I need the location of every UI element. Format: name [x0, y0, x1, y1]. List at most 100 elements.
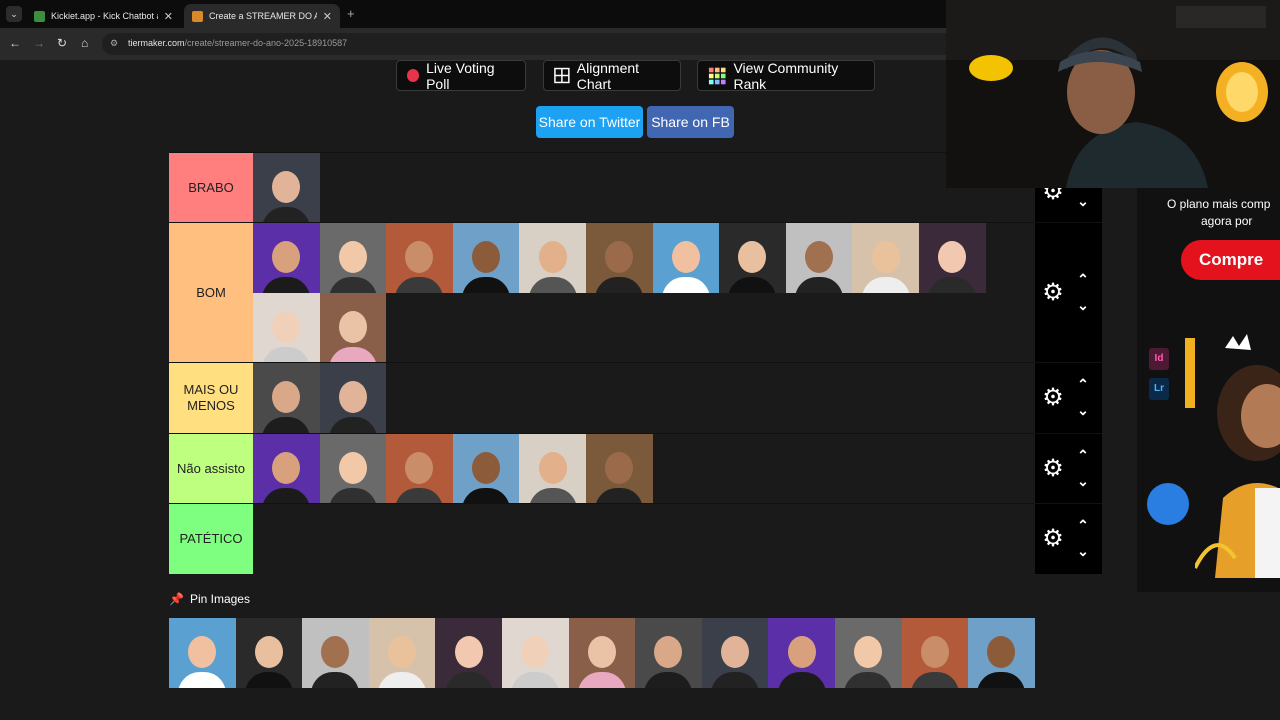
- streamer-face: [272, 452, 301, 484]
- share-twitter-button[interactable]: Share on Twitter: [536, 106, 643, 138]
- indesign-app-icon: Id: [1149, 348, 1169, 370]
- gear-icon[interactable]: ⚙: [1041, 386, 1065, 410]
- gear-icon[interactable]: ⚙: [1041, 281, 1065, 305]
- tiermaker-favicon-icon: [192, 10, 203, 22]
- streamer-image[interactable]: [652, 223, 720, 293]
- streamer-image[interactable]: [568, 618, 636, 688]
- view-community-rank-button[interactable]: View Community Rank: [697, 60, 875, 92]
- streamer-image[interactable]: [701, 618, 769, 688]
- streamer-body: [462, 277, 511, 293]
- tab-search-menu-icon[interactable]: ⌄: [6, 6, 22, 22]
- streamer-image[interactable]: [253, 363, 320, 433]
- streamer-image[interactable]: [319, 223, 387, 293]
- streamer-image[interactable]: [785, 223, 853, 293]
- gear-icon[interactable]: ⚙: [1041, 527, 1065, 551]
- streamer-image[interactable]: [169, 618, 236, 688]
- streamer-image[interactable]: [852, 223, 919, 293]
- streamer-image[interactable]: [968, 618, 1035, 688]
- grid-icon: [554, 67, 570, 84]
- tier-label[interactable]: Não assisto: [169, 434, 253, 503]
- streamer-image[interactable]: [519, 434, 586, 504]
- chevron-down-icon[interactable]: ⌄: [1075, 474, 1091, 488]
- streamer-image[interactable]: [635, 618, 702, 688]
- streamer-face: [987, 636, 1016, 668]
- streamer-image[interactable]: [386, 434, 453, 504]
- streamer-body: [861, 277, 910, 293]
- streamer-face: [338, 311, 367, 343]
- streamer-body: [661, 277, 710, 293]
- tier-label[interactable]: MAIS OU MENOS: [169, 363, 253, 433]
- streamer-body: [711, 672, 760, 688]
- streamer-image[interactable]: [386, 223, 453, 293]
- gear-icon[interactable]: ⚙: [1041, 457, 1065, 481]
- tab-title: Kickiet.app - Kick Chatbot and (: [51, 11, 158, 21]
- advertisement[interactable]: O plano mais comp agora por Compre Id Lr: [1137, 188, 1280, 592]
- ad-buy-button[interactable]: Compre: [1181, 240, 1280, 280]
- streamer-body: [178, 672, 227, 688]
- tier-items: [253, 223, 1035, 363]
- streamer-body: [328, 277, 377, 293]
- browser-tab-kicklet[interactable]: Kickiet.app - Kick Chatbot and ( ✕: [26, 4, 181, 28]
- reload-icon[interactable]: ↻: [57, 36, 67, 50]
- pin-images-toggle[interactable]: 📌 Pin Images: [169, 592, 250, 606]
- streamer-image[interactable]: [253, 293, 320, 363]
- back-icon[interactable]: ←: [9, 36, 21, 50]
- browser-tab-tiermaker[interactable]: Create a STREAMER DO ANO (2 ✕: [184, 4, 340, 28]
- close-tab-icon[interactable]: ✕: [164, 10, 173, 23]
- tier-colors-icon: [708, 67, 726, 84]
- chevron-down-icon[interactable]: ⌄: [1075, 544, 1091, 558]
- tier-row-patetico: PATÉTICO ⚙ ⌃ ⌄: [169, 503, 1102, 574]
- tier-label[interactable]: BRABO: [169, 153, 253, 222]
- streamer-image[interactable]: [834, 618, 902, 688]
- streamer-image[interactable]: [368, 618, 436, 688]
- chevron-up-icon[interactable]: ⌃: [1075, 377, 1091, 391]
- chevron-down-icon[interactable]: ⌄: [1075, 194, 1091, 208]
- streamer-image[interactable]: [302, 618, 369, 688]
- chevron-up-icon[interactable]: ⌃: [1075, 448, 1091, 462]
- streamer-image[interactable]: [768, 618, 835, 688]
- streamer-body: [328, 488, 377, 504]
- streamer-face: [472, 452, 501, 484]
- streamer-image[interactable]: [253, 153, 320, 223]
- streamer-image[interactable]: [319, 363, 387, 433]
- streamer-image[interactable]: [519, 223, 586, 293]
- streamer-face: [272, 241, 301, 273]
- streamer-image[interactable]: [253, 223, 320, 293]
- streamer-body: [395, 488, 444, 504]
- tier-row-mais-ou-menos: MAIS OU MENOS ⚙ ⌃ ⌄: [169, 362, 1102, 433]
- streamer-image[interactable]: [319, 434, 387, 504]
- streamer-face: [871, 241, 900, 273]
- close-tab-icon[interactable]: ✕: [323, 10, 332, 23]
- streamer-image[interactable]: [319, 293, 387, 363]
- streamer-image[interactable]: [918, 223, 986, 293]
- live-voting-poll-button[interactable]: Live Voting Poll: [396, 60, 526, 92]
- streamer-image[interactable]: [435, 618, 502, 688]
- streamer-image[interactable]: [585, 223, 653, 293]
- site-info-icon[interactable]: ⚙: [110, 38, 120, 48]
- forward-icon[interactable]: →: [33, 36, 45, 50]
- streamer-image[interactable]: [452, 434, 520, 504]
- streamer-image[interactable]: [452, 223, 520, 293]
- chevron-down-icon[interactable]: ⌄: [1075, 403, 1091, 417]
- chevron-down-icon[interactable]: ⌄: [1075, 298, 1091, 312]
- url-text: tiermaker.com/create/streamer-do-ano-202…: [128, 38, 348, 48]
- chevron-up-icon[interactable]: ⌃: [1075, 518, 1091, 532]
- streamer-image[interactable]: [719, 223, 786, 293]
- streamer-face: [671, 241, 700, 273]
- streamer-image[interactable]: [253, 434, 320, 504]
- home-icon[interactable]: ⌂: [81, 36, 88, 50]
- tier-row-bom: BOM ⚙ ⌃ ⌄: [169, 222, 1102, 363]
- streamer-image[interactable]: [585, 434, 653, 504]
- tier-label[interactable]: PATÉTICO: [169, 504, 253, 574]
- streamer-image[interactable]: [501, 618, 569, 688]
- streamer-body: [378, 672, 427, 688]
- streamer-image[interactable]: [235, 618, 303, 688]
- streamer-face: [587, 636, 616, 668]
- streamer-face: [254, 636, 283, 668]
- share-fb-button[interactable]: Share on FB: [647, 106, 734, 138]
- new-tab-icon[interactable]: +: [347, 6, 355, 21]
- streamer-image[interactable]: [901, 618, 969, 688]
- tier-label[interactable]: BOM: [169, 223, 253, 362]
- chevron-up-icon[interactable]: ⌃: [1075, 272, 1091, 286]
- alignment-chart-button[interactable]: Alignment Chart: [543, 60, 681, 92]
